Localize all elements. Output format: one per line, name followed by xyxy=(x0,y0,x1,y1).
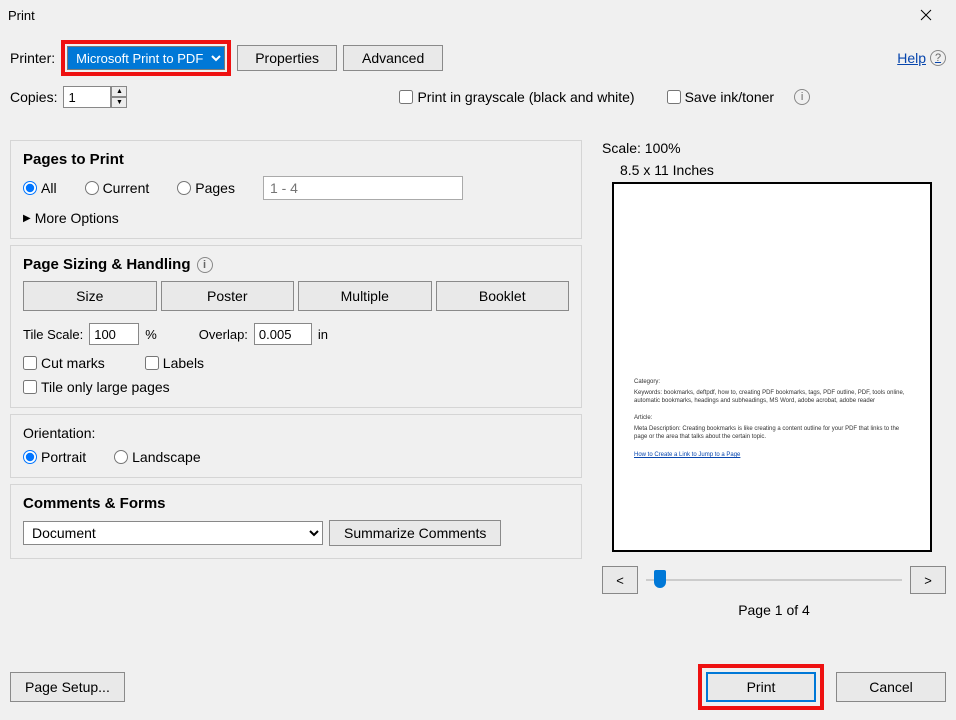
comments-title: Comments & Forms xyxy=(23,495,569,512)
help-icon: ? xyxy=(930,50,946,66)
close-button[interactable] xyxy=(903,0,948,30)
labels-checkbox[interactable]: Labels xyxy=(145,355,204,371)
chevron-right-icon: ▶ xyxy=(23,213,31,224)
titlebar: Print xyxy=(0,0,956,30)
tile-scale-input[interactable] xyxy=(89,323,139,345)
advanced-button[interactable]: Advanced xyxy=(343,45,443,71)
printer-highlight: Microsoft Print to PDF xyxy=(61,40,231,76)
booklet-tab[interactable]: Booklet xyxy=(436,281,570,311)
preview-document-text: Category: Keywords: bookmarks, deftpdf, … xyxy=(634,379,910,460)
copies-row: Copies: ▲ ▼ Print in grayscale (black an… xyxy=(10,86,946,108)
copies-spinner: ▲ ▼ xyxy=(63,86,127,108)
sizing-info-icon[interactable]: i xyxy=(197,257,213,273)
overlap-input[interactable] xyxy=(254,323,312,345)
poster-tab[interactable]: Poster xyxy=(161,281,295,311)
orientation-group: Orientation: Portrait Landscape xyxy=(10,414,582,478)
radio-all[interactable]: All xyxy=(23,180,57,196)
printer-row: Printer: Microsoft Print to PDF Properti… xyxy=(10,40,946,76)
pages-to-print-title: Pages to Print xyxy=(23,151,569,168)
copies-down[interactable]: ▼ xyxy=(111,97,127,108)
summarize-button[interactable]: Summarize Comments xyxy=(329,520,501,546)
save-ink-input[interactable] xyxy=(667,90,681,104)
overlap-unit: in xyxy=(318,327,328,342)
save-ink-label: Save ink/toner xyxy=(685,89,775,105)
copies-input[interactable] xyxy=(63,86,111,108)
close-icon xyxy=(920,9,932,21)
page-setup-button[interactable]: Page Setup... xyxy=(10,672,125,702)
scale-label: Scale: 100% xyxy=(602,140,946,156)
copies-up[interactable]: ▲ xyxy=(111,86,127,97)
page-preview: Category: Keywords: bookmarks, deftpdf, … xyxy=(612,182,932,552)
page-slider[interactable] xyxy=(646,570,902,590)
overlap-label: Overlap: xyxy=(199,327,248,342)
radio-landscape[interactable]: Landscape xyxy=(114,449,201,465)
window-title: Print xyxy=(8,8,903,23)
radio-current[interactable]: Current xyxy=(85,180,150,196)
cancel-button[interactable]: Cancel xyxy=(836,672,946,702)
printer-select[interactable]: Microsoft Print to PDF xyxy=(67,46,225,70)
printer-label: Printer: xyxy=(10,50,55,66)
more-options-toggle[interactable]: ▶ More Options xyxy=(23,210,569,226)
size-tab[interactable]: Size xyxy=(23,281,157,311)
slider-thumb[interactable] xyxy=(654,570,666,588)
dimensions-label: 8.5 x 11 Inches xyxy=(620,162,946,178)
tile-scale-label: Tile Scale: xyxy=(23,327,83,342)
tile-only-checkbox[interactable]: Tile only large pages xyxy=(23,379,569,395)
next-page-button[interactable]: > xyxy=(910,566,946,594)
prev-page-button[interactable]: < xyxy=(602,566,638,594)
print-highlight: Print xyxy=(698,664,824,710)
copies-label: Copies: xyxy=(10,89,57,105)
multiple-tab[interactable]: Multiple xyxy=(298,281,432,311)
radio-pages[interactable]: Pages xyxy=(177,180,235,196)
tile-scale-unit: % xyxy=(145,327,157,342)
properties-button[interactable]: Properties xyxy=(237,45,337,71)
grayscale-checkbox[interactable]: Print in grayscale (black and white) xyxy=(399,89,634,105)
pages-range-input[interactable] xyxy=(263,176,463,200)
page-indicator: Page 1 of 4 xyxy=(602,602,946,618)
help-link[interactable]: Help ? xyxy=(897,50,946,66)
cut-marks-checkbox[interactable]: Cut marks xyxy=(23,355,105,371)
grayscale-label: Print in grayscale (black and white) xyxy=(417,89,634,105)
help-label: Help xyxy=(897,50,926,66)
print-button[interactable]: Print xyxy=(706,672,816,702)
orientation-title: Orientation: xyxy=(23,425,569,441)
sizing-group: Page Sizing & Handling i Size Poster Mul… xyxy=(10,245,582,408)
footer: Page Setup... Print Cancel xyxy=(10,664,946,710)
info-icon[interactable]: i xyxy=(794,89,810,105)
comments-select[interactable]: Document xyxy=(23,521,323,545)
preview-pane: Scale: 100% 8.5 x 11 Inches Category: Ke… xyxy=(602,140,946,618)
grayscale-input[interactable] xyxy=(399,90,413,104)
sizing-title: Page Sizing & Handling xyxy=(23,256,191,273)
comments-group: Comments & Forms Document Summarize Comm… xyxy=(10,484,582,559)
pages-to-print-group: Pages to Print All Current Pages ▶ More … xyxy=(10,140,582,239)
radio-portrait[interactable]: Portrait xyxy=(23,449,86,465)
save-ink-checkbox[interactable]: Save ink/toner xyxy=(667,89,775,105)
